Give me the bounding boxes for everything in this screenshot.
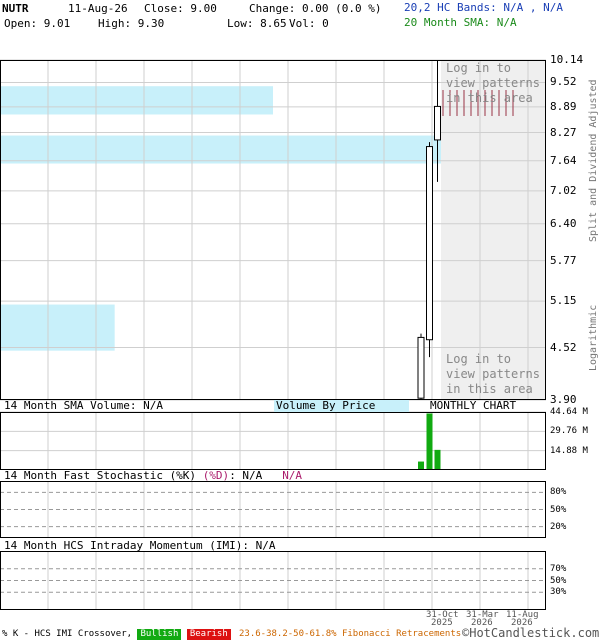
volume-tick-label: 44.64 M	[550, 407, 588, 417]
bearish-badge: Bearish	[186, 629, 231, 640]
copyright-link[interactable]: ©HotCandlestick.com	[462, 627, 599, 639]
high-value: High: 9.30	[98, 17, 165, 30]
low-value: Low: 8.65	[227, 17, 287, 30]
ticker-symbol: NUTR	[2, 2, 29, 15]
price-tick-label: 4.52	[550, 340, 577, 354]
price-tick-label: 10.14	[550, 53, 584, 66]
stochastic-tick-label: 80%	[550, 487, 567, 498]
stochastic-d-label: (%D)	[202, 469, 230, 482]
price-tick-label: 9.52	[550, 75, 577, 89]
volume-tick-label: 14.88 M	[550, 445, 588, 456]
volume-bar	[418, 461, 424, 470]
volume-value: Vol: 0	[289, 17, 329, 30]
price-tick-label: 8.27	[550, 125, 577, 139]
imi-tick-label: 50%	[550, 575, 567, 586]
price-tick-label: 5.15	[550, 294, 577, 308]
price-tick-label: 7.64	[550, 153, 577, 167]
footer-legend: % K - HCS IMI Crossover, Bullish Bearish	[2, 629, 231, 640]
logarithmic-label: Logarithmic	[588, 304, 599, 371]
stochastic-tick-label: 50%	[550, 504, 567, 515]
volume-bar	[426, 413, 433, 470]
volume-bars	[418, 413, 441, 470]
candlesticks	[417, 60, 441, 400]
volume-bar	[434, 449, 441, 470]
volume-panel-title: 14 Month SMA Volume: N/A	[4, 399, 163, 412]
stochastic-k-value: : N/A	[229, 469, 263, 482]
imi-tick-label: 70%	[550, 563, 567, 574]
price-tick-label: 6.40	[550, 216, 577, 230]
panel-frame	[0, 412, 546, 470]
fibonacci-label: 23.6-38.2-50-61.8% Fibonacci Retracement…	[239, 629, 462, 639]
stochastic-tick-label: 20%	[550, 521, 567, 532]
monthly-chart-label: MONTHLY CHART	[430, 399, 517, 412]
price-tick-label: 8.89	[550, 99, 577, 113]
volume-by-price-zone	[0, 304, 115, 351]
login-overlay-top[interactable]: Log in to view patterns in this area	[446, 61, 540, 106]
price-tick-label: 7.02	[550, 183, 577, 197]
stochastic-k-label: 14 Month Fast Stochastic (%K)	[4, 469, 197, 482]
stochastic-panel-title: 14 Month Fast Stochastic (%K) (%D): N/A …	[4, 470, 302, 482]
stochastic-d-value: N/A	[282, 469, 303, 482]
imi-panel-title: 14 Month HCS Intraday Momentum (IMI): N/…	[4, 539, 276, 552]
volume-by-price-zone	[0, 86, 273, 115]
quote-date: 11-Aug-26	[68, 2, 128, 15]
change-value: Change: 0.00 (0.0 %)	[249, 2, 382, 15]
candle-body	[417, 336, 425, 399]
bullish-badge: Bullish	[137, 629, 182, 640]
price-tick-label: 3.90	[550, 393, 577, 406]
login-overlay-bottom[interactable]: Log in to view patterns in this area	[446, 352, 540, 397]
split-adjusted-label: Split and Dividend Adjusted	[588, 79, 599, 242]
price-tick-label: 5.77	[550, 253, 577, 267]
volume-tick-label: 29.76 M	[550, 426, 588, 437]
volume-by-price-label: Volume By Price	[274, 400, 410, 412]
crossover-label: % K - HCS IMI Crossover,	[2, 629, 133, 639]
open-value: Open: 9.01	[4, 17, 71, 30]
candle-body	[434, 105, 441, 141]
imi-tick-label: 30%	[550, 587, 567, 598]
close-value: Close: 9.00	[144, 2, 217, 15]
date-tick-bottom: 2025	[431, 618, 453, 628]
sma-label: 20 Month SMA: N/A	[404, 16, 517, 29]
candle-body	[426, 146, 433, 341]
hc-bands-label: 20,2 HC Bands: N/A , N/A	[404, 1, 563, 14]
